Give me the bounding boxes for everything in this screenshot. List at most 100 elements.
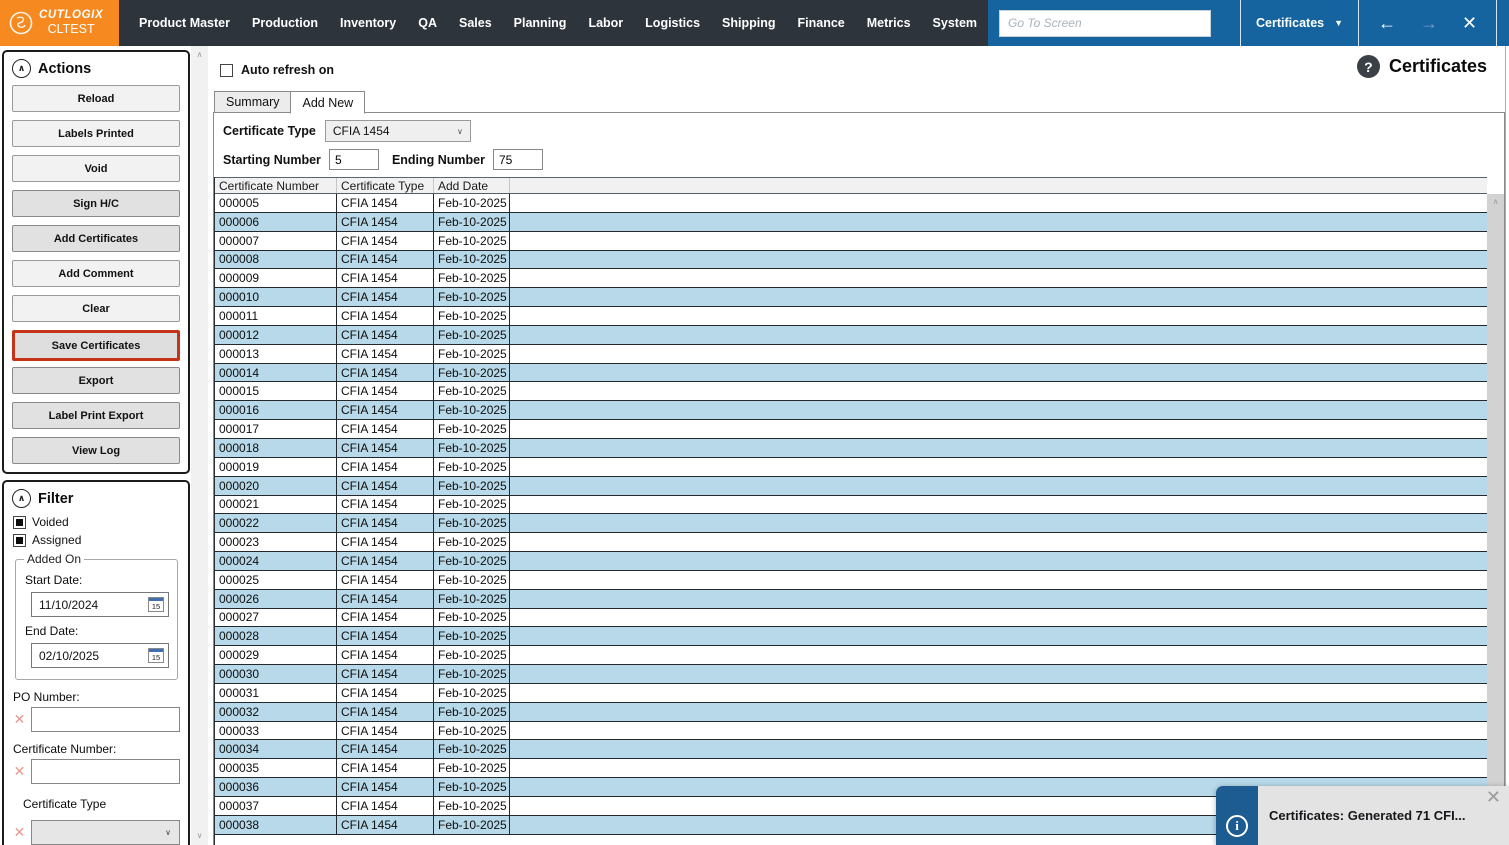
table-row[interactable]: 000009CFIA 1454Feb-10-2025 [215,269,1487,288]
label-print-export-button[interactable]: Label Print Export [12,402,180,429]
menu-item-sales[interactable]: Sales [448,16,503,30]
back-arrow-icon[interactable]: ← [1378,14,1396,32]
start-date-calendar-button[interactable]: 15 [144,593,168,616]
table-cell-filler [510,364,1487,382]
collapse-filter-icon[interactable]: ∧ [12,489,31,508]
voided-checkbox[interactable] [13,516,26,529]
app-logo: CUTLOGIX CLTEST [0,0,119,46]
forward-arrow-icon[interactable]: → [1420,14,1438,32]
menu-item-qa[interactable]: QA [407,16,448,30]
scroll-up-icon[interactable]: ∧ [197,51,203,59]
labels-printed-button[interactable]: Labels Printed [12,120,180,147]
table-row[interactable]: 000027CFIA 1454Feb-10-2025 [215,609,1487,628]
help-icon[interactable]: ? [1357,55,1380,78]
table-row[interactable]: 000012CFIA 1454Feb-10-2025 [215,326,1487,345]
view-log-button[interactable]: View Log [12,437,180,464]
table-row[interactable]: 000033CFIA 1454Feb-10-2025 [215,722,1487,741]
table-cell: 000027 [215,609,337,627]
table-row[interactable]: 000034CFIA 1454Feb-10-2025 [215,740,1487,759]
table-row[interactable]: 000018CFIA 1454Feb-10-2025 [215,439,1487,458]
scroll-up-icon[interactable]: ∧ [1493,198,1499,845]
menu-item-labor[interactable]: Labor [577,16,634,30]
clear-certificate-type-icon[interactable]: ✕ [11,824,28,841]
void-button[interactable]: Void [12,155,180,182]
table-row[interactable]: 000028CFIA 1454Feb-10-2025 [215,627,1487,646]
table-row[interactable]: 000019CFIA 1454Feb-10-2025 [215,458,1487,477]
export-button[interactable]: Export [12,367,180,394]
menu-item-planning[interactable]: Planning [503,16,578,30]
table-row[interactable]: 000029CFIA 1454Feb-10-2025 [215,646,1487,665]
table-row[interactable]: 000030CFIA 1454Feb-10-2025 [215,665,1487,684]
column-header-add-date[interactable]: Add Date [434,178,510,193]
menu-item-inventory[interactable]: Inventory [329,16,407,30]
table-row[interactable]: 000011CFIA 1454Feb-10-2025 [215,307,1487,326]
end-date-calendar-button[interactable]: 15 [144,644,168,667]
column-header-certificate-type[interactable]: Certificate Type [337,178,434,193]
menu-item-product-master[interactable]: Product Master [128,16,241,30]
certificate-number-input[interactable] [31,759,180,784]
collapse-actions-icon[interactable]: ∧ [12,59,31,78]
add-comment-button[interactable]: Add Comment [12,260,180,287]
table-row[interactable]: 000026CFIA 1454Feb-10-2025 [215,590,1487,609]
table-row[interactable]: 000023CFIA 1454Feb-10-2025 [215,533,1487,552]
table-row[interactable]: 000024CFIA 1454Feb-10-2025 [215,552,1487,571]
table-row[interactable]: 000031CFIA 1454Feb-10-2025 [215,684,1487,703]
menu-item-finance[interactable]: Finance [787,16,856,30]
clear-button[interactable]: Clear [12,295,180,322]
table-row[interactable]: 000005CFIA 1454Feb-10-2025 [215,194,1487,213]
menu-item-metrics[interactable]: Metrics [856,16,922,30]
table-row[interactable]: 000016CFIA 1454Feb-10-2025 [215,401,1487,420]
sidebar-scrollbar[interactable]: ∧ ∨ [191,46,208,845]
table-row[interactable]: 000013CFIA 1454Feb-10-2025 [215,345,1487,364]
table-row[interactable]: 000021CFIA 1454Feb-10-2025 [215,496,1487,515]
table-cell-filler [510,740,1487,758]
table-row[interactable]: 000006CFIA 1454Feb-10-2025 [215,213,1487,232]
goto-screen-input[interactable] [999,10,1211,37]
column-header-certificate-number[interactable]: Certificate Number [215,178,337,193]
clear-certificate-number-icon[interactable]: ✕ [11,763,28,780]
save-certificates-button[interactable]: Save Certificates [12,330,180,361]
sign-h-c-button[interactable]: Sign H/C [12,190,180,217]
ending-number-input[interactable] [493,149,543,170]
table-row[interactable]: 000020CFIA 1454Feb-10-2025 [215,477,1487,496]
screen-selector-dropdown[interactable]: Certificates ▼ [1240,0,1358,46]
table-row[interactable]: 000022CFIA 1454Feb-10-2025 [215,514,1487,533]
close-icon[interactable]: ✕ [1462,14,1477,32]
table-row[interactable]: 000025CFIA 1454Feb-10-2025 [215,571,1487,590]
table-row[interactable]: 000032CFIA 1454Feb-10-2025 [215,703,1487,722]
table-row[interactable]: 000017CFIA 1454Feb-10-2025 [215,420,1487,439]
table-row[interactable]: 000007CFIA 1454Feb-10-2025 [215,232,1487,251]
start-date-input[interactable] [32,598,144,612]
auto-refresh-checkbox[interactable] [220,64,233,77]
menu-item-shipping[interactable]: Shipping [711,16,786,30]
table-row[interactable]: 000010CFIA 1454Feb-10-2025 [215,288,1487,307]
tab-summary[interactable]: Summary [214,91,291,113]
table-cell: CFIA 1454 [337,401,434,419]
tab-add-new[interactable]: Add New [290,91,365,114]
table-cell: 000032 [215,703,337,721]
reload-button[interactable]: Reload [12,85,180,112]
table-row[interactable]: 000014CFIA 1454Feb-10-2025 [215,364,1487,383]
table-row[interactable]: 000035CFIA 1454Feb-10-2025 [215,759,1487,778]
starting-number-input[interactable] [329,149,379,170]
chevron-down-icon: ∨ [457,127,463,136]
table-row[interactable]: 000008CFIA 1454Feb-10-2025 [215,251,1487,270]
table-row[interactable]: 000015CFIA 1454Feb-10-2025 [215,382,1487,401]
assigned-checkbox[interactable] [13,534,26,547]
filter-certificate-type-select[interactable]: ∨ [31,820,180,845]
end-date-input[interactable] [32,649,144,663]
clear-po-number-icon[interactable]: ✕ [11,711,28,728]
calendar-icon: 15 [148,597,164,612]
menu-item-system[interactable]: System [922,16,988,30]
menu-item-production[interactable]: Production [241,16,329,30]
table-scrollbar[interactable]: ∧ [1487,194,1504,845]
certificate-type-select[interactable]: CFIA 1454 ∨ [325,120,471,142]
add-certificates-button[interactable]: Add Certificates [12,225,180,252]
table-cell: Feb-10-2025 [434,759,510,777]
menu-item-logistics[interactable]: Logistics [634,16,711,30]
toast-close-icon[interactable]: ✕ [1486,788,1501,806]
filter-certificate-type-label: Certificate Type [23,797,181,811]
po-number-input[interactable] [31,707,180,732]
scroll-down-icon[interactable]: ∨ [197,832,203,840]
main-content: Auto refresh on ? Certificates Summary A… [213,46,1509,845]
